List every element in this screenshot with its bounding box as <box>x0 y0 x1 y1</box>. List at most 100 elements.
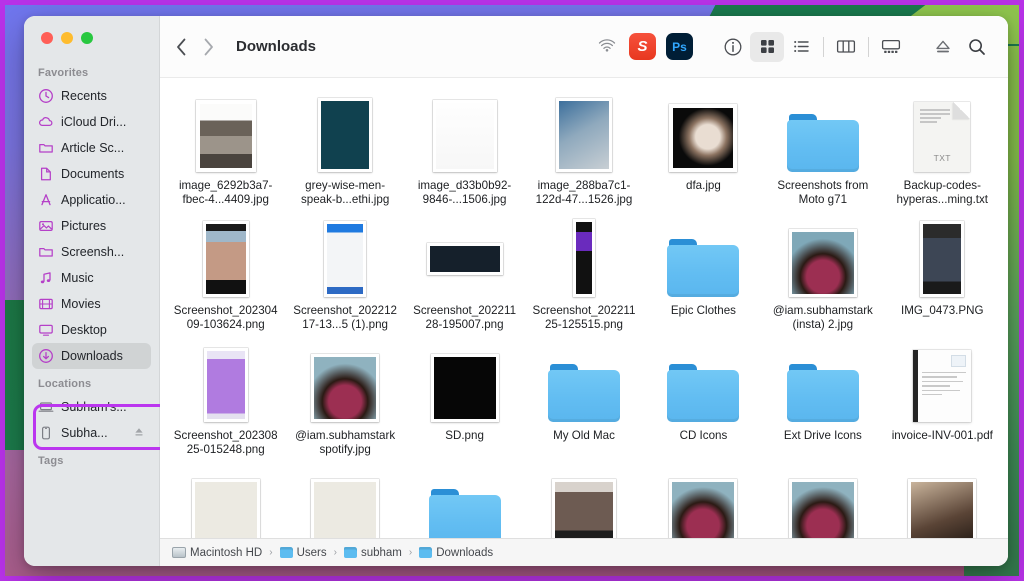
text-document-icon: TXT <box>914 102 971 172</box>
breadcrumb-macintosh-hd[interactable]: Macintosh HD <box>172 547 262 559</box>
file-item[interactable]: Screenshots from Moto g71 <box>763 92 882 215</box>
toolbar-divider <box>823 36 824 57</box>
sidebar-item-music[interactable]: Music <box>32 265 151 291</box>
file-item[interactable]: image_6292b3a7-fbec-4...4409.jpg <box>166 92 285 215</box>
file-item[interactable] <box>405 467 524 538</box>
cloud-icon <box>38 114 54 130</box>
sidebar-item-label: Article Sc... <box>61 141 125 155</box>
file-name: Epic Clothes <box>670 304 736 317</box>
file-item[interactable] <box>166 467 285 538</box>
breadcrumb-users[interactable]: Users <box>279 547 327 559</box>
file-item[interactable]: invoice-INV-001.pdf <box>883 342 1002 465</box>
sidebar-item-downloads[interactable]: Downloads <box>32 343 151 369</box>
file-item[interactable] <box>883 467 1002 538</box>
window-controls <box>41 32 93 44</box>
file-name: image_d33b0b92-9846-...1506.jpg <box>417 179 512 206</box>
column-view-button[interactable] <box>829 32 863 62</box>
sidebar-item-label: Applicatio... <box>61 193 126 207</box>
forward-button[interactable] <box>203 38 214 56</box>
file-item[interactable]: grey-wise-men-speak-b...ethi.jpg <box>285 92 404 215</box>
file-name: Backup-codes-hyperas...ming.txt <box>896 179 989 206</box>
file-item[interactable] <box>524 467 643 538</box>
eject-button[interactable] <box>926 32 960 62</box>
file-item[interactable]: Screenshot_20230409-103624.png <box>166 217 285 340</box>
thumbnail <box>188 471 264 538</box>
file-item[interactable]: Ext Drive Icons <box>763 342 882 465</box>
minimize-button[interactable] <box>61 32 73 44</box>
thumbnail <box>904 471 980 538</box>
sidebar-item-documents[interactable]: Documents <box>32 161 151 187</box>
sidebar-item-applications[interactable]: Applicatio... <box>32 187 151 213</box>
file-name: Screenshot_20221128-195007.png <box>413 304 517 331</box>
icon-view-button[interactable] <box>750 31 784 62</box>
airdrop-icon[interactable] <box>590 32 624 62</box>
sidebar-item-label: iCloud Dri... <box>61 115 127 129</box>
close-button[interactable] <box>41 32 53 44</box>
file-item[interactable]: CD Icons <box>644 342 763 465</box>
gallery-view-button[interactable] <box>874 32 908 62</box>
thumbnail <box>785 221 861 297</box>
file-grid: image_6292b3a7-fbec-4...4409.jpg grey-wi… <box>160 78 1008 538</box>
sidebar-item-article-screenshots[interactable]: Article Sc... <box>32 135 151 161</box>
document-icon <box>38 166 54 182</box>
file-item[interactable]: TXT Backup-codes-hyperas...ming.txt <box>883 92 1002 215</box>
file-item[interactable] <box>763 467 882 538</box>
file-kind-label: TXT <box>933 153 951 163</box>
thumbnail <box>785 96 861 172</box>
picture-icon <box>38 218 54 234</box>
sidebar-item-subhams-mac[interactable]: Subham's... <box>32 394 151 420</box>
back-button[interactable] <box>176 38 187 56</box>
appstore-icon <box>38 192 54 208</box>
sidebar-item-screenshots[interactable]: Screensh... <box>32 239 151 265</box>
file-item[interactable]: SD.png <box>405 342 524 465</box>
breadcrumb-label: Macintosh HD <box>190 546 263 559</box>
thumbnail <box>546 96 622 172</box>
search-icon[interactable] <box>960 32 994 62</box>
desktop-icon <box>38 322 54 338</box>
sidebar-item-icloud-drive[interactable]: iCloud Dri... <box>32 109 151 135</box>
window-title: Downloads <box>236 38 317 55</box>
file-item[interactable]: image_288ba7c1-122d-47...1526.jpg <box>524 92 643 215</box>
thumbnail <box>665 221 741 297</box>
file-item[interactable] <box>285 467 404 538</box>
file-name: image_288ba7c1-122d-47...1526.jpg <box>535 179 633 206</box>
file-item[interactable]: Screenshot_20221217-13...5 (1).png <box>285 217 404 340</box>
file-item[interactable]: IMG_0473.PNG <box>883 217 1002 340</box>
folder-icon <box>38 244 54 260</box>
sidebar-header-tags: Tags <box>38 455 64 467</box>
breadcrumb-downloads[interactable]: Downloads <box>419 547 493 559</box>
file-item[interactable]: Epic Clothes <box>644 217 763 340</box>
list-view-button[interactable] <box>784 32 818 62</box>
sidebar-scroll[interactable]: Favorites Recents iCloud Dri... Article … <box>24 58 159 566</box>
file-item[interactable]: image_d33b0b92-9846-...1506.jpg <box>405 92 524 215</box>
setapp-app-icon[interactable]: S <box>629 33 656 60</box>
file-item[interactable]: Screenshot_20221125-125515.png <box>524 217 643 340</box>
thumbnail <box>307 221 383 297</box>
sidebar-item-subham-iphone[interactable]: Subha... <box>32 420 151 446</box>
file-name: @iam.subhamstark spotify.jpg <box>295 429 396 456</box>
sidebar-item-recents[interactable]: Recents <box>32 83 151 109</box>
sidebar-item-movies[interactable]: Movies <box>32 291 151 317</box>
home-folder-icon <box>343 547 357 558</box>
file-grid-area[interactable]: image_6292b3a7-fbec-4...4409.jpg grey-wi… <box>160 78 1008 538</box>
sidebar-item-desktop[interactable]: Desktop <box>32 317 151 343</box>
info-button[interactable] <box>716 32 750 62</box>
file-item[interactable]: @iam.subhamstark spotify.jpg <box>285 342 404 465</box>
film-icon <box>38 296 54 312</box>
sidebar-item-label: Recents <box>61 89 107 103</box>
file-item[interactable]: dfa.jpg <box>644 92 763 215</box>
sidebar-item-pictures[interactable]: Pictures <box>32 213 151 239</box>
file-item[interactable]: Screenshot_20230825-015248.png <box>166 342 285 465</box>
file-item[interactable]: @iam.subhamstark (insta) 2.jpg <box>763 217 882 340</box>
file-item[interactable]: Screenshot_20221128-195007.png <box>405 217 524 340</box>
file-name: image_6292b3a7-fbec-4...4409.jpg <box>178 179 273 206</box>
file-item[interactable] <box>644 467 763 538</box>
thumbnail <box>307 96 383 172</box>
zoom-button[interactable] <box>81 32 93 44</box>
toolbar: Downloads S Ps <box>160 16 1008 78</box>
thumbnail: TXT <box>904 96 980 172</box>
eject-icon[interactable] <box>133 426 145 441</box>
file-item[interactable]: My Old Mac <box>524 342 643 465</box>
breadcrumb-subham[interactable]: subham <box>343 547 402 559</box>
photoshop-app-icon[interactable]: Ps <box>666 33 693 60</box>
